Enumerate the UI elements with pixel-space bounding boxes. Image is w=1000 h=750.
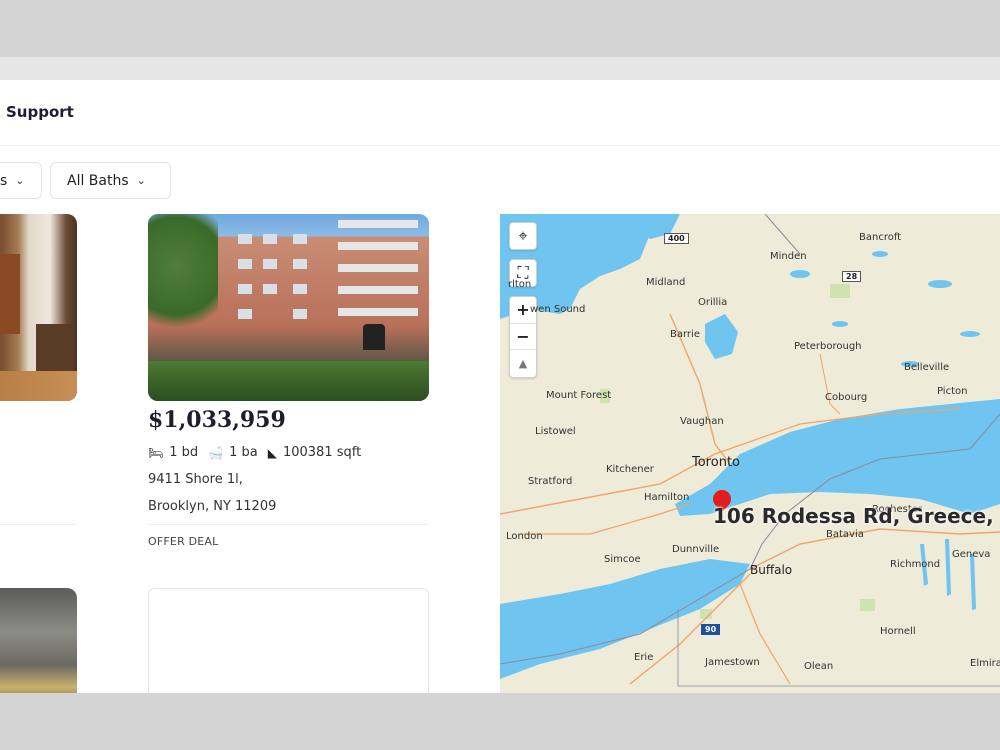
- listing-photo-main[interactable]: [148, 214, 429, 401]
- filter-beds-label: s: [0, 172, 8, 189]
- map-city-label: Mount Forest: [546, 390, 612, 401]
- photo-detail: [238, 284, 252, 294]
- map-city-label: Richmond: [890, 559, 941, 570]
- filter-baths-dropdown[interactable]: All Baths ⌄: [50, 162, 171, 199]
- top-nav: Support: [0, 80, 1000, 146]
- listing-baths: 1 ba: [229, 445, 258, 460]
- map-city-label: Simcoe: [604, 554, 641, 565]
- photo-detail: [263, 284, 277, 294]
- photo-detail: [338, 308, 418, 316]
- photo-detail: [293, 234, 307, 244]
- map-city-label: Olean: [804, 661, 834, 672]
- listing-photo-bottom-left[interactable]: [0, 588, 77, 693]
- map-city-label: Dunnville: [672, 544, 720, 555]
- photo-detail: [238, 309, 252, 319]
- page-content: Support s ⌄ All Baths ⌄ $1,033,959 🛏 1 b…: [0, 80, 1000, 693]
- offer-deal-label[interactable]: OFFER DEAL: [148, 535, 218, 548]
- nav-support-link[interactable]: Support: [6, 103, 74, 121]
- map-city-label: Hornell: [880, 626, 916, 637]
- listing-beds: 1 bd: [169, 445, 199, 460]
- listing-photo-left[interactable]: [0, 214, 77, 401]
- map-city-label: Jamestown: [705, 657, 760, 668]
- area-icon: ◣: [267, 445, 277, 460]
- photo-detail: [293, 309, 307, 319]
- map-city-label: Buffalo: [750, 563, 793, 577]
- map-city-label: Bancroft: [859, 232, 902, 243]
- map-city-label: Geneva: [952, 549, 991, 560]
- map-city-label: Vaughan: [680, 416, 724, 427]
- photo-detail: [293, 284, 307, 294]
- photo-detail: [293, 259, 307, 269]
- map-marker-label[interactable]: 106 Rodessa Rd, Greece, N: [713, 504, 1000, 528]
- filter-beds-dropdown[interactable]: s ⌄: [0, 162, 42, 199]
- map-city-label: Toronto: [692, 455, 740, 470]
- photo-detail: [338, 286, 418, 294]
- listing-address-line1[interactable]: 9411 Shore 1l,: [148, 472, 243, 487]
- road-shield-400: 400: [664, 233, 689, 244]
- photo-detail: [0, 254, 20, 334]
- photo-detail: [0, 371, 77, 401]
- map-city-label: Hamilton: [644, 492, 690, 503]
- listing-price: $1,033,959: [148, 407, 286, 433]
- locate-me-button[interactable]: ⌖: [509, 222, 537, 250]
- map-city-label: Batavia: [826, 529, 864, 540]
- map-city-label: Erie: [634, 652, 654, 663]
- map-city-label: Stratford: [528, 476, 573, 487]
- bed-icon: 🛏: [148, 445, 164, 460]
- photo-detail: [338, 242, 418, 250]
- photo-detail: [263, 234, 277, 244]
- map-view[interactable]: ⌖ ⛶ + − ▲ 400 28 90 Bancroft Minden rlto…: [500, 214, 1000, 693]
- map-city-label: wen Sound: [530, 304, 586, 315]
- map-city-label: Kitchener: [606, 464, 654, 475]
- browser-bottom-bar: [0, 693, 1000, 750]
- photo-detail: [338, 264, 418, 272]
- map-canvas: [500, 214, 1000, 687]
- photo-detail: [238, 259, 252, 269]
- map-city-label: Listowel: [535, 426, 576, 437]
- map-city-label: Midland: [646, 277, 686, 288]
- listing-sqft: 100381 sqft: [282, 445, 362, 460]
- map-city-label: Cobourg: [825, 392, 868, 403]
- map-city-label: Picton: [937, 386, 968, 397]
- map-city-label: rlton: [508, 279, 532, 290]
- filter-baths-label: All Baths: [67, 172, 129, 189]
- bath-icon: 🛁: [208, 445, 224, 460]
- card-divider: [0, 524, 77, 525]
- photo-detail: [338, 220, 418, 228]
- compass-button[interactable]: ▲: [510, 350, 536, 377]
- map-city-label: London: [506, 531, 543, 542]
- photo-detail: [238, 234, 252, 244]
- browser-top-bar: [0, 0, 1000, 57]
- zoom-out-button[interactable]: −: [510, 324, 536, 351]
- photo-detail: [148, 214, 218, 344]
- card-divider: [148, 524, 429, 525]
- map-city-label: Orillia: [698, 297, 728, 308]
- chevron-down-icon: ⌄: [136, 174, 146, 187]
- map-city-label: Barrie: [670, 329, 700, 340]
- photo-detail: [263, 259, 277, 269]
- photo-detail: [363, 324, 385, 350]
- listing-card-placeholder[interactable]: [148, 588, 429, 693]
- photo-detail: [148, 361, 429, 401]
- browser-top-strip: [0, 57, 1000, 80]
- listing-address-line2[interactable]: Brooklyn, NY 11209: [148, 499, 276, 514]
- listing-specs: 🛏 1 bd 🛁 1 ba ◣ 100381 sqft: [148, 445, 371, 460]
- map-city-label: Peterborough: [794, 341, 862, 352]
- road-shield-i90: 90: [701, 624, 721, 635]
- road-shield-28: 28: [842, 271, 862, 282]
- map-city-label: Minden: [770, 251, 807, 262]
- map-city-label: Belleville: [904, 362, 950, 373]
- chevron-down-icon: ⌄: [15, 174, 25, 187]
- map-city-label: Elmira: [970, 658, 1000, 669]
